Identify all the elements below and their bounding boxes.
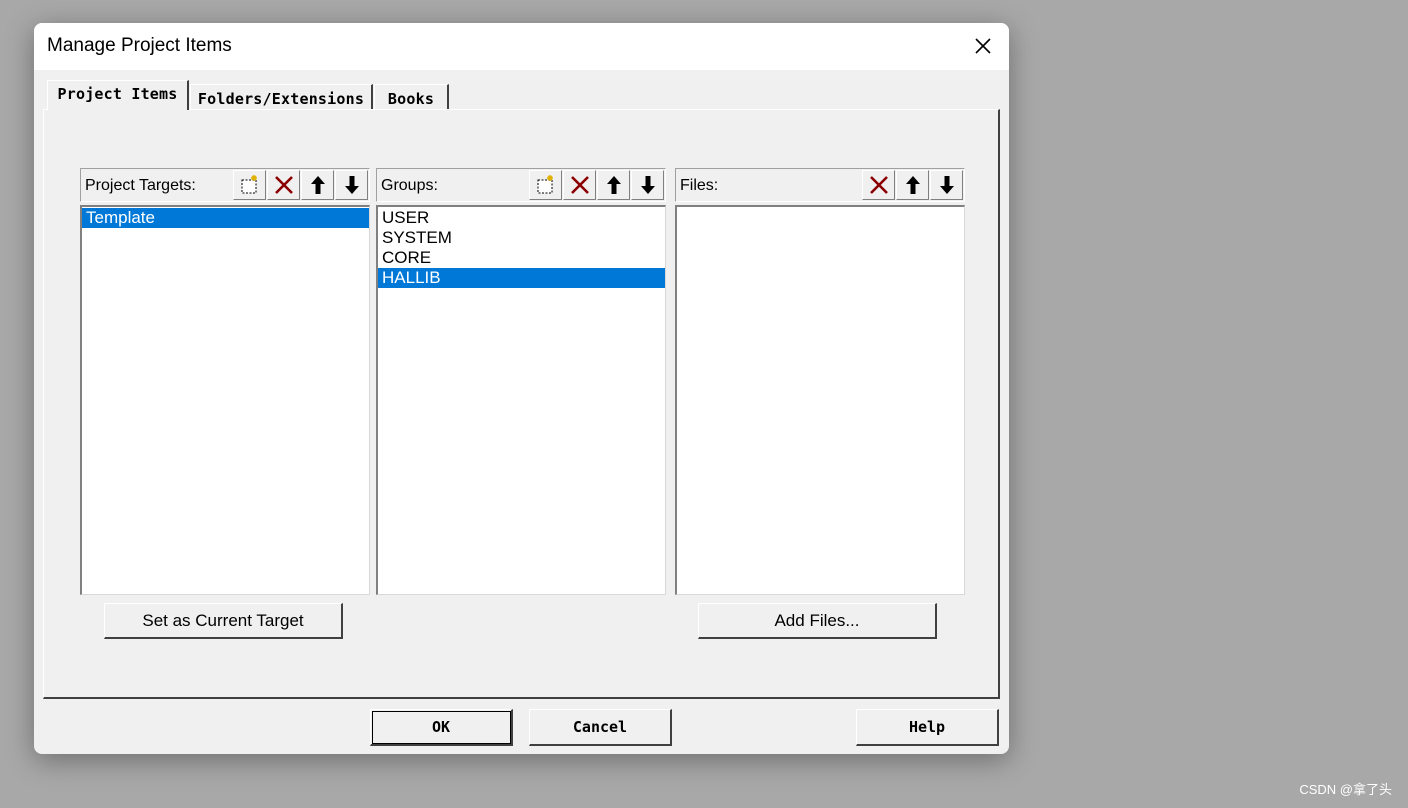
list-item[interactable]: Template [82,208,369,228]
set-as-current-target-button[interactable]: Set as Current Target [104,603,343,639]
groups-header: Groups: [376,168,666,202]
move-up-icon [905,176,920,194]
delete-icon [274,176,293,194]
title-bar: Manage Project Items [34,23,1009,70]
delete-icon [869,176,888,194]
move-down-icon [939,176,954,194]
manage-project-items-dialog: Manage Project Items Project Items Folde… [34,23,1009,754]
project-targets-section: Project Targets: Template [80,168,370,595]
tab-folders-extensions[interactable]: Folders/Extensions [190,84,373,110]
move-group-down-button[interactable] [631,170,664,200]
files-label: Files: [680,177,719,194]
dialog-title: Manage Project Items [47,35,232,56]
add-files-button[interactable]: Add Files... [698,603,937,639]
project-targets-list[interactable]: Template [80,205,370,595]
new-group-button[interactable] [529,170,562,200]
close-button[interactable] [965,31,1001,61]
move-up-icon [310,176,325,194]
cancel-button[interactable]: Cancel [529,709,672,746]
move-group-up-button[interactable] [597,170,630,200]
project-targets-label: Project Targets: [85,177,196,194]
list-item[interactable]: USER [378,208,665,228]
delete-group-button[interactable] [563,170,596,200]
project-targets-header: Project Targets: [80,168,370,202]
list-item[interactable]: SYSTEM [378,228,665,248]
move-down-icon [344,176,359,194]
move-file-down-button[interactable] [930,170,963,200]
list-item[interactable]: CORE [378,248,665,268]
move-file-up-button[interactable] [896,170,929,200]
help-button[interactable]: Help [856,709,999,746]
delete-icon [570,176,589,194]
groups-list[interactable]: USER SYSTEM CORE HALLIB [376,205,666,595]
delete-target-button[interactable] [267,170,300,200]
files-list[interactable] [675,205,965,595]
project-items-panel: Project Targets: Template Groups: USER S… [43,109,1000,699]
tab-books[interactable]: Books [374,84,449,110]
files-section: Files: [675,168,965,595]
move-target-down-button[interactable] [335,170,368,200]
ok-button[interactable]: OK [370,709,513,746]
delete-file-button[interactable] [862,170,895,200]
move-up-icon [606,176,621,194]
watermark: CSDN @拿了头 [1299,782,1392,797]
files-header: Files: [675,168,965,202]
groups-section: Groups: USER SYSTEM CORE HALLIB [376,168,666,595]
new-item-icon [537,175,553,194]
move-target-up-button[interactable] [301,170,334,200]
new-target-button[interactable] [233,170,266,200]
new-item-icon [241,175,257,194]
tab-project-items[interactable]: Project Items [47,80,189,110]
list-item[interactable]: HALLIB [378,268,665,288]
close-icon [975,38,991,54]
move-down-icon [640,176,655,194]
groups-label: Groups: [381,177,438,194]
